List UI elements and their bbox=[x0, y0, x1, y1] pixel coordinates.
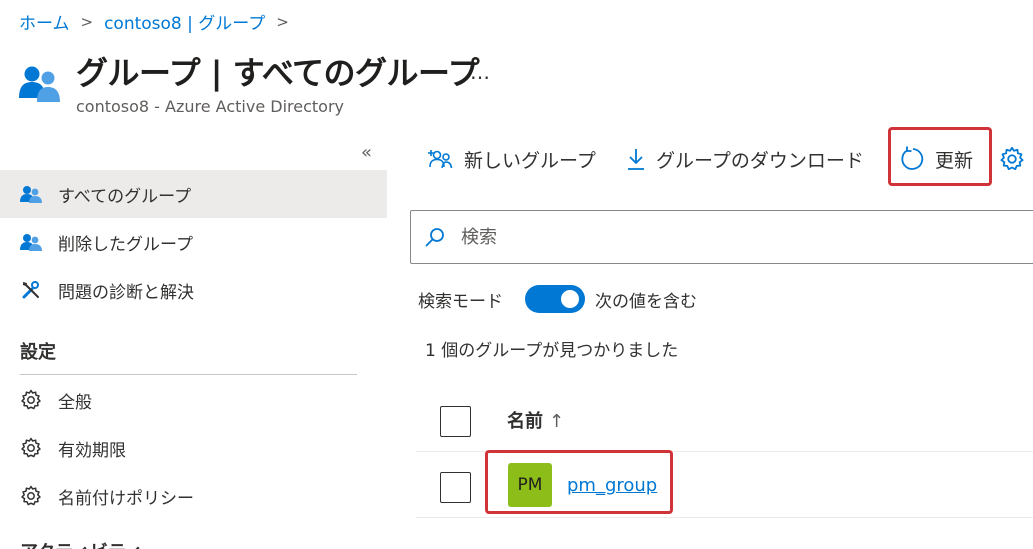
more-options-button[interactable]: … bbox=[470, 60, 491, 84]
result-count: 1 個のグループが見つかりました bbox=[425, 341, 679, 361]
group-icon bbox=[19, 183, 43, 205]
sidebar-item-expiration[interactable]: 有効期限 bbox=[0, 424, 387, 472]
breadcrumb: ホーム > contoso8 | グループ > bbox=[19, 9, 300, 35]
gear-icon bbox=[19, 437, 43, 459]
sidebar-item-label: 削除したグループ bbox=[58, 234, 193, 255]
search-icon bbox=[425, 227, 445, 247]
breadcrumb-home-link[interactable]: ホーム bbox=[19, 9, 70, 34]
sidebar-item-naming-policy[interactable]: 名前付けポリシー bbox=[0, 472, 387, 520]
gear-icon bbox=[19, 485, 43, 507]
wrench-icon bbox=[19, 279, 43, 301]
download-groups-label: グループのダウンロード bbox=[656, 149, 864, 172]
search-box bbox=[410, 210, 1033, 264]
select-all-checkbox[interactable] bbox=[440, 406, 471, 437]
divider bbox=[20, 374, 357, 375]
sidebar-item-label: 全般 bbox=[58, 392, 92, 413]
column-header-name[interactable]: 名前 ↑ bbox=[507, 407, 564, 433]
columns-settings-button[interactable] bbox=[999, 146, 1025, 176]
search-mode-value: 次の値を含む bbox=[595, 291, 697, 312]
add-group-icon bbox=[428, 148, 454, 170]
highlight-box bbox=[485, 450, 673, 514]
search-input[interactable] bbox=[461, 226, 961, 248]
breadcrumb-groups-link[interactable]: contoso8 | グループ bbox=[104, 9, 265, 34]
sidebar-item-deleted-groups[interactable]: 削除したグループ bbox=[0, 218, 387, 266]
search-mode-row: 検索モード 次の値を含む bbox=[418, 285, 697, 313]
sort-arrow-icon: ↑ bbox=[549, 411, 565, 432]
column-header-label: 名前 bbox=[507, 411, 543, 432]
sidebar-item-label: すべてのグループ bbox=[58, 186, 192, 207]
collapse-sidebar-button[interactable]: « bbox=[361, 142, 372, 163]
row-checkbox[interactable] bbox=[440, 472, 471, 503]
highlight-box bbox=[888, 127, 992, 186]
new-group-label: 新しいグループ bbox=[464, 149, 596, 172]
search-mode-label: 検索モード bbox=[418, 291, 503, 312]
sidebar-item-diagnose[interactable]: 問題の診断と解決 bbox=[0, 266, 387, 314]
sidebar-item-all-groups[interactable]: すべてのグループ bbox=[0, 170, 387, 218]
activity-heading: アクティビティ bbox=[20, 538, 143, 549]
new-group-button[interactable]: 新しいグループ bbox=[428, 144, 596, 174]
search-mode-toggle[interactable] bbox=[525, 285, 585, 313]
settings-heading: 設定 bbox=[20, 342, 56, 363]
gear-icon bbox=[999, 146, 1025, 177]
table-header: 名前 ↑ bbox=[416, 392, 1033, 452]
page-subtitle: contoso8 - Azure Active Directory bbox=[76, 97, 344, 116]
sidebar-item-label: 問題の診断と解決 bbox=[58, 282, 194, 303]
chevron-right-icon: > bbox=[80, 12, 94, 31]
chevron-right-icon: > bbox=[276, 12, 289, 31]
sidebar-item-label: 有効期限 bbox=[58, 440, 126, 461]
toggle-knob bbox=[561, 290, 579, 308]
download-groups-button[interactable]: グループのダウンロード bbox=[626, 144, 864, 174]
sidebar-item-general[interactable]: 全般 bbox=[0, 376, 387, 424]
groups-icon bbox=[19, 66, 60, 102]
download-icon bbox=[626, 147, 646, 171]
group-icon bbox=[19, 231, 43, 253]
sidebar-item-label: 名前付けポリシー bbox=[58, 488, 194, 509]
gear-icon bbox=[19, 389, 43, 411]
page-title: グループ | すべてのグループ bbox=[76, 54, 480, 92]
